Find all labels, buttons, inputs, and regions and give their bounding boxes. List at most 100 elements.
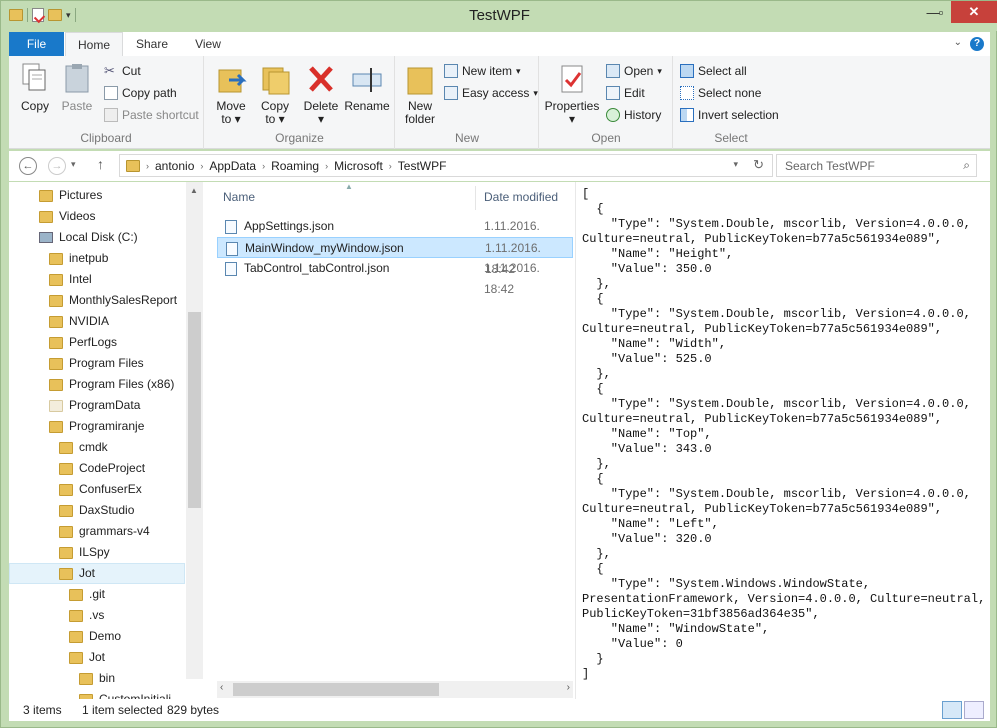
sidebar-item-pictures[interactable]: Pictures (39, 185, 102, 206)
sidebar-item-cmdk[interactable]: cmdk (59, 437, 108, 458)
paste-shortcut-button[interactable]: Paste shortcut (104, 108, 199, 122)
column-divider[interactable] (475, 186, 476, 210)
crumb-appdata[interactable]: AppData (209, 159, 256, 173)
column-header-name[interactable]: Name (223, 182, 255, 212)
cut-button[interactable]: ✂ Cut (104, 64, 141, 79)
copy-button[interactable]: Copy (15, 62, 55, 113)
sidebar-item-ilspy[interactable]: ILSpy (59, 542, 110, 563)
tab-view[interactable]: View (183, 32, 233, 56)
sidebar-item-label: ProgramData (69, 398, 141, 412)
open-group: Properties ▾ Open ▾ Edit History Open (540, 56, 673, 149)
sidebar-item-programdata[interactable]: ProgramData (49, 395, 140, 416)
maximize-button[interactable]: ▫ (935, 1, 947, 23)
edit-button[interactable]: Edit (606, 86, 645, 100)
rename-button[interactable]: Rename (343, 62, 391, 113)
new-item-label: New item (462, 64, 513, 78)
properties-button[interactable]: Properties ▾ (542, 62, 602, 126)
chevron-down-icon[interactable]: ⌄ (954, 37, 962, 48)
invert-selection-button[interactable]: Invert selection (680, 108, 779, 122)
delete-dropdown-icon: ▾ (317, 112, 325, 126)
history-label: History (624, 108, 662, 122)
sidebar-item-codeproject[interactable]: CodeProject (59, 458, 145, 479)
sidebar-item-label: NVIDIA (69, 314, 110, 328)
crumb-separator-icon[interactable]: › (325, 161, 328, 171)
help-icon[interactable]: ? (970, 37, 984, 51)
title-bar: ▾ TestWPF — ▫ ✕ (1, 1, 997, 31)
copy-path-button[interactable]: Copy path (104, 86, 177, 100)
select-all-button[interactable]: Select all (680, 64, 747, 78)
file-row[interactable]: TabControl_tabControl.json 1.11.2016. 18:… (217, 258, 573, 296)
sidebar-item-program-files-x86[interactable]: Program Files (x86) (49, 374, 174, 395)
delete-icon (305, 62, 337, 96)
sidebar-item-vs[interactable]: .vs (69, 605, 104, 626)
sidebar-item-inetpub[interactable]: inetpub (49, 248, 108, 269)
select-none-button[interactable]: Select none (680, 86, 761, 100)
sidebar-item-bin[interactable]: bin (79, 668, 115, 689)
file-row[interactable]: MainWindow_myWindow.json 1.11.2016. 18:42 (217, 237, 573, 276)
open-button[interactable]: Open ▾ (606, 64, 662, 78)
scroll-right-icon[interactable]: › (567, 682, 570, 693)
crumb-separator-icon[interactable]: › (262, 161, 265, 171)
large-icons-view-icon[interactable] (964, 701, 984, 719)
file-list-hscrollbar[interactable]: ‹ › (217, 681, 573, 698)
organize-group: Move to ▾ Copy to ▾ Delete ▾ Rename Orga… (205, 56, 395, 149)
copy-to-button[interactable]: Copy to ▾ (255, 62, 295, 126)
json-file-icon (225, 220, 237, 234)
history-button[interactable]: History (606, 108, 661, 122)
refresh-icon[interactable]: ↻ (753, 157, 764, 173)
crumb-microsoft[interactable]: Microsoft (334, 159, 383, 173)
sidebar-item-programiranje[interactable]: Programiranje (49, 416, 144, 437)
sidebar-item-demo[interactable]: Demo (69, 626, 121, 647)
recent-locations-icon[interactable]: ▾ (71, 159, 76, 170)
crumb-roaming[interactable]: Roaming (271, 159, 319, 173)
nav-scroll-thumb[interactable] (188, 312, 201, 508)
window-title: TestWPF (469, 7, 530, 24)
up-button[interactable]: ↑ (97, 156, 104, 172)
sidebar-item-confuserex[interactable]: ConfuserEx (59, 479, 142, 500)
scroll-up-icon[interactable]: ▲ (190, 186, 198, 195)
scroll-left-icon[interactable]: ‹ (220, 682, 223, 693)
details-view-icon[interactable] (942, 701, 962, 719)
column-header-date-modified[interactable]: Date modified (484, 182, 558, 212)
sidebar-item-git[interactable]: .git (69, 584, 105, 605)
sidebar-item-intel[interactable]: Intel (49, 269, 92, 290)
hscroll-thumb[interactable] (233, 683, 439, 696)
sidebar-item-jot[interactable]: Jot (69, 647, 105, 668)
view-switcher (942, 701, 984, 719)
sidebar-item-program-files[interactable]: Program Files (49, 353, 144, 374)
tab-home[interactable]: Home (65, 32, 123, 56)
tab-file[interactable]: File (9, 32, 64, 56)
delete-button[interactable]: Delete ▾ (301, 62, 341, 126)
search-icon[interactable]: ⌕ (963, 158, 970, 173)
sidebar-item-custominitiali[interactable]: CustomInitiali (79, 689, 171, 699)
tab-share[interactable]: Share (127, 32, 177, 56)
crumb-testwpf[interactable]: TestWPF (398, 159, 447, 173)
sidebar-item-grammars-v4[interactable]: grammars-v4 (59, 521, 150, 542)
forward-button[interactable]: → (48, 157, 66, 175)
file-row[interactable]: AppSettings.json1.11.2016. 18:42 (217, 216, 573, 254)
copy-icon (19, 62, 51, 96)
sidebar-item-videos[interactable]: Videos (39, 206, 95, 227)
sidebar-item-jot[interactable]: Jot (59, 563, 95, 584)
sidebar-item-monthlysalesreport[interactable]: MonthlySalesReport (49, 290, 177, 311)
paste-button[interactable]: Paste (59, 62, 95, 113)
search-input[interactable]: Search TestWPF ⌕ (776, 154, 977, 177)
crumb-antonio[interactable]: antonio (155, 159, 194, 173)
nav-scrollbar[interactable]: ▲ (186, 182, 203, 679)
crumb-separator-icon[interactable]: › (200, 161, 203, 171)
address-dropdown-icon[interactable]: ▾ (733, 159, 738, 170)
sidebar-item-perflogs[interactable]: PerfLogs (49, 332, 117, 353)
sidebar-item-local-disk-c[interactable]: Local Disk (C:) (39, 227, 138, 248)
sidebar-item-nvidia[interactable]: NVIDIA (49, 311, 109, 332)
crumb-separator-icon[interactable]: › (389, 161, 392, 171)
new-item-button[interactable]: New item ▾ (444, 64, 521, 78)
move-to-button[interactable]: Move to ▾ (211, 62, 251, 126)
back-button[interactable]: ← (19, 157, 37, 175)
new-folder-button[interactable]: New folder (400, 62, 440, 126)
close-button[interactable]: ✕ (951, 1, 997, 23)
crumb-separator-icon[interactable]: › (146, 161, 149, 171)
sidebar-item-daxstudio[interactable]: DaxStudio (59, 500, 134, 521)
breadcrumb[interactable]: › antonio › AppData › Roaming › Microsof… (119, 154, 773, 177)
easy-access-button[interactable]: Easy access ▾ (444, 86, 538, 100)
file-name: TabControl_tabControl.json (244, 261, 390, 275)
